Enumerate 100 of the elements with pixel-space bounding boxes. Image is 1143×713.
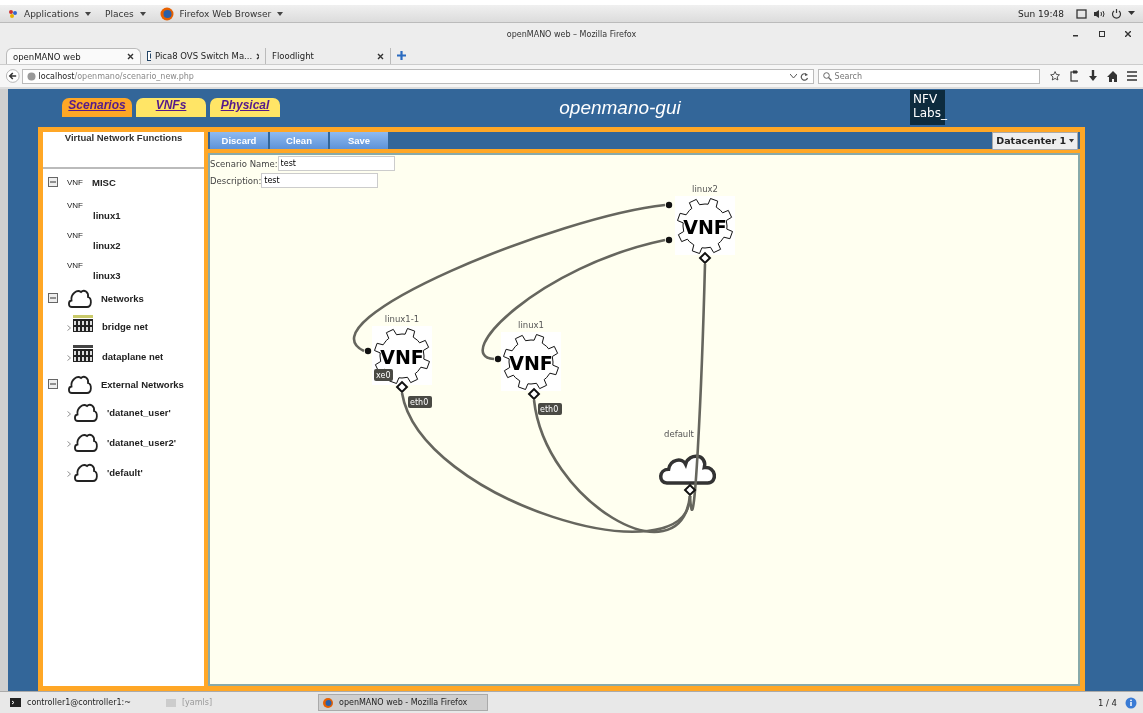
taskbar-label: [yamls] — [182, 698, 213, 707]
taskbar-item[interactable]: controller1@controller1:~ — [6, 694, 158, 711]
port-dot[interactable] — [665, 201, 673, 209]
search-field[interactable]: Search — [817, 68, 1040, 84]
back-icon[interactable] — [6, 68, 20, 84]
vnf-type-label: VNF — [67, 231, 83, 240]
address-field[interactable]: localhost/openmano/scenario_new.php — [21, 68, 814, 84]
tree-item-label[interactable]: linux2 — [93, 240, 121, 251]
field-label: Scenario Name: — [210, 158, 278, 169]
menu-icon[interactable] — [1126, 71, 1137, 81]
tab-title: Floodlight — [272, 51, 315, 61]
tree-group-label[interactable]: Networks — [101, 292, 144, 304]
caret-icon — [139, 11, 146, 16]
folder-icon — [166, 698, 176, 707]
datacenter-select[interactable]: Datacenter 1 — [992, 131, 1078, 150]
top-menu[interactable]: Places — [105, 8, 134, 19]
top-menu[interactable]: Applications — [24, 8, 79, 19]
tree-group-label[interactable]: MISC — [92, 176, 116, 188]
top-menu[interactable]: Firefox Web Browser — [179, 8, 272, 19]
browser-tab[interactable]: Pica8 OVS Switch Ma... — [141, 48, 266, 64]
cloud-icon[interactable] — [659, 454, 717, 485]
gear-icon[interactable] — [372, 326, 432, 385]
dropdown-icon[interactable] — [789, 73, 797, 79]
window-icon[interactable] — [1076, 8, 1087, 19]
tree-item-label[interactable]: 'datanet_user' — [107, 406, 171, 418]
text-field[interactable]: test — [277, 156, 395, 171]
gear-icon[interactable] — [675, 196, 735, 255]
download-icon[interactable] — [1088, 70, 1097, 82]
port-dot[interactable] — [665, 236, 673, 244]
caret-icon[interactable] — [1128, 11, 1135, 16]
clock[interactable]: Sun 19:48 — [1018, 8, 1064, 19]
bookmark-star-icon[interactable] — [1049, 70, 1060, 82]
node-label: linux1-1 — [384, 314, 420, 324]
clipboard-icon[interactable] — [1069, 70, 1079, 82]
maximize-icon[interactable] — [1099, 31, 1105, 37]
search-icon — [822, 71, 832, 81]
nav-tab[interactable]: Scenarios — [62, 98, 132, 117]
app-title: openmano-gui — [558, 97, 682, 119]
taskbar-label: openMANO web - Mozilla Firefox — [339, 698, 468, 707]
speaker-icon[interactable] — [1093, 8, 1105, 19]
node-label: linux1 — [518, 320, 544, 330]
port-diamond[interactable] — [683, 483, 697, 497]
nav-tab[interactable]: VNFs — [136, 98, 206, 117]
port-dot[interactable] — [494, 355, 502, 363]
node-type-label: VNF — [683, 216, 727, 238]
caret-icon — [85, 11, 91, 16]
sidebar-title: Virtual Network Functions — [43, 132, 204, 169]
cloud-icon — [67, 288, 93, 308]
apps-icon — [8, 8, 18, 19]
taskbar-label: controller1@controller1:~ — [27, 698, 131, 707]
node-label: default — [664, 429, 694, 439]
port-tag: xe0 — [374, 369, 393, 381]
nav-tab[interactable]: Physical — [210, 98, 280, 117]
terminal-icon — [10, 698, 21, 707]
cloud-icon — [67, 374, 93, 394]
cloud-icon — [73, 432, 99, 452]
browser-tab[interactable]: Floodlight — [266, 48, 391, 64]
node-label: linux2 — [692, 184, 718, 194]
collapse-icon[interactable] — [48, 177, 58, 187]
vnf-type-label: VNF — [67, 177, 83, 187]
tree-item-label[interactable]: 'datanet_user2' — [107, 436, 176, 448]
info-icon[interactable] — [1125, 696, 1137, 709]
caret-icon — [1069, 138, 1074, 143]
cloud-icon — [73, 402, 99, 422]
collapse-icon[interactable] — [48, 293, 58, 303]
port-tag: eth0 — [538, 403, 562, 415]
workspace-indicator[interactable]: 1 / 4 — [1097, 697, 1117, 708]
tree-item-label[interactable]: linux1 — [93, 210, 121, 221]
node-type-label: VNF — [509, 352, 553, 374]
port-diamond[interactable] — [698, 251, 712, 265]
browser-tab[interactable]: openMANO web — [6, 48, 141, 64]
connection-line[interactable] — [400, 392, 692, 533]
port-diamond[interactable] — [395, 380, 409, 394]
field-label: Description: — [210, 175, 262, 186]
reload-icon[interactable] — [799, 71, 809, 81]
connection-line[interactable] — [532, 399, 692, 533]
text-field[interactable]: test — [261, 173, 379, 188]
node-type-label: VNF — [380, 346, 424, 368]
port-dot[interactable] — [364, 347, 372, 355]
tree-item-label[interactable]: linux3 — [93, 270, 121, 281]
tree-item-label[interactable]: 'default' — [107, 466, 143, 478]
port-diamond[interactable] — [527, 387, 541, 401]
gear-icon[interactable] — [501, 332, 561, 391]
browser-icon — [159, 6, 174, 21]
tree-item-label[interactable]: bridge net — [102, 320, 148, 332]
switch-icon — [73, 344, 93, 362]
taskbar-item[interactable]: openMANO web - Mozilla Firefox — [318, 694, 488, 711]
vnf-type-label: VNF — [67, 201, 83, 210]
new-tab-icon[interactable] — [397, 51, 406, 60]
tree-group-label[interactable]: External Networks — [101, 378, 184, 390]
cloud-icon — [73, 462, 99, 482]
collapse-icon[interactable] — [48, 379, 58, 389]
tree-item-label[interactable]: dataplane net — [102, 350, 164, 362]
connection-line[interactable] — [353, 203, 666, 352]
power-icon[interactable] — [1111, 8, 1122, 19]
home-icon[interactable] — [1106, 70, 1117, 82]
url-text: localhost/openmano/scenario_new.php — [38, 71, 194, 81]
switch-icon — [73, 314, 93, 332]
caret-icon — [277, 11, 284, 16]
browser-icon — [323, 697, 333, 708]
